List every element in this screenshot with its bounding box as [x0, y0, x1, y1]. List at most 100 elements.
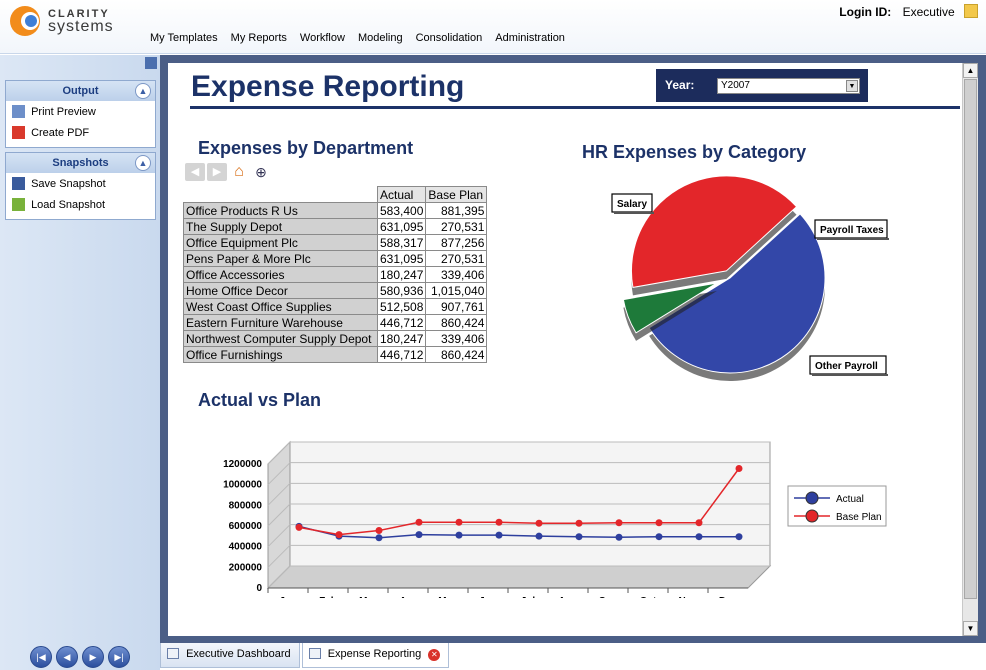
data-point[interactable] — [535, 532, 543, 540]
data-point[interactable] — [455, 531, 463, 539]
actual-cell: 588,317 — [376, 234, 427, 251]
base-plan-cell: 270,531 — [425, 218, 488, 235]
data-point[interactable] — [415, 531, 423, 539]
base-plan-cell: 877,256 — [425, 234, 488, 251]
scroll-down-button[interactable]: ▼ — [963, 621, 978, 636]
tab-label: Expense Reporting — [327, 648, 422, 660]
data-point[interactable] — [575, 533, 583, 541]
close-icon[interactable]: ✕ — [428, 649, 441, 661]
data-point[interactable] — [615, 519, 623, 527]
legend-marker — [805, 491, 819, 505]
x-tick-label: Oct — [640, 596, 657, 598]
first-page-button[interactable]: |◀ — [30, 646, 52, 668]
x-tick-label: May — [438, 596, 458, 598]
table-row: Office Products R Us 583,400 881,395 — [183, 202, 488, 219]
table-row: West Coast Office Supplies 512,508 907,761 — [183, 298, 488, 315]
data-point[interactable] — [495, 531, 503, 539]
vertical-scrollbar[interactable]: ▲ ▼ — [962, 63, 978, 636]
zoom-in-icon[interactable]: ⊕ — [251, 163, 271, 181]
menu-workflow[interactable]: Workflow — [300, 32, 345, 44]
base-plan-cell: 270,531 — [425, 250, 488, 267]
department-name-cell[interactable]: Office Accessories — [183, 266, 378, 283]
year-select[interactable]: Y2007 ▼ — [717, 78, 860, 94]
create-pdf-item[interactable]: Create PDF — [6, 122, 155, 143]
actual-cell: 180,247 — [376, 330, 427, 347]
data-point[interactable] — [655, 533, 663, 541]
data-point[interactable] — [495, 518, 503, 526]
scroll-up-button[interactable]: ▲ — [963, 63, 978, 78]
department-name-cell[interactable]: Office Products R Us — [183, 202, 378, 219]
pie-label-text: Salary — [617, 199, 647, 210]
menu-my-templates[interactable]: My Templates — [150, 32, 218, 44]
department-name-cell[interactable]: Office Furnishings — [183, 346, 378, 363]
data-point[interactable] — [375, 527, 383, 534]
save-snapshot-item[interactable]: Save Snapshot — [6, 173, 155, 194]
base-plan-cell: 860,424 — [425, 346, 488, 363]
chevron-down-icon[interactable]: ▼ — [846, 80, 858, 92]
department-name-cell[interactable]: Pens Paper & More Plc — [183, 250, 378, 267]
previous-page-button[interactable]: ◀ — [56, 646, 78, 668]
department-name-cell[interactable]: West Coast Office Supplies — [183, 298, 378, 315]
menu-modeling[interactable]: Modeling — [358, 32, 403, 44]
home-icon[interactable]: ⌂ — [229, 163, 249, 181]
base-plan-cell: 881,395 — [425, 202, 488, 219]
app-header: CLARITY systems Login ID: Executive My T… — [0, 0, 986, 54]
back-arrow-icon[interactable]: ◀ — [185, 163, 205, 181]
table-header-row: Actual Base Plan — [183, 186, 488, 203]
data-point[interactable] — [695, 533, 703, 541]
data-point[interactable] — [735, 465, 743, 472]
scroll-thumb[interactable] — [964, 79, 977, 599]
create-pdf-label: Create PDF — [31, 127, 90, 139]
tab-executive-dashboard[interactable]: Executive Dashboard — [160, 643, 300, 668]
print-preview-item[interactable]: Print Preview — [6, 101, 155, 122]
edit-icon[interactable] — [964, 4, 978, 18]
data-point[interactable] — [295, 523, 303, 531]
data-point[interactable] — [375, 534, 383, 542]
actual-cell: 583,400 — [376, 202, 427, 219]
x-tick-label: Feb — [319, 596, 337, 598]
data-point[interactable] — [575, 519, 583, 527]
data-point[interactable] — [335, 531, 343, 539]
output-panel-header[interactable]: Output ▲ — [6, 81, 155, 101]
chevron-up-icon[interactable]: ▲ — [135, 83, 151, 99]
x-tick-label: Aug — [558, 596, 577, 598]
department-name-cell[interactable]: The Supply Depot — [183, 218, 378, 235]
forward-arrow-icon[interactable]: ▶ — [207, 163, 227, 181]
data-point[interactable] — [415, 518, 423, 526]
legend-label: Actual — [836, 494, 864, 505]
department-name-cell[interactable]: Eastern Furniture Warehouse — [183, 314, 378, 331]
snapshots-panel-title: Snapshots — [52, 157, 109, 169]
data-point[interactable] — [735, 533, 743, 541]
data-point[interactable] — [535, 519, 543, 527]
page-title: Expense Reporting — [191, 70, 465, 103]
load-snapshot-item[interactable]: Load Snapshot — [6, 194, 155, 215]
year-value: Y2007 — [721, 80, 750, 91]
last-page-button[interactable]: ▶| — [108, 646, 130, 668]
next-page-button[interactable]: ▶ — [82, 646, 104, 668]
output-panel-title: Output — [62, 85, 99, 97]
tab-label: Executive Dashboard — [186, 648, 291, 660]
logo-icon — [10, 6, 40, 36]
pie-label: Other Payroll — [809, 355, 888, 376]
tab-expense-reporting[interactable]: Expense Reporting ✕ — [301, 643, 450, 668]
collapse-sidebar-icon[interactable] — [145, 57, 157, 69]
menu-my-reports[interactable]: My Reports — [231, 32, 287, 44]
y-tick-label: 200000 — [229, 562, 263, 573]
menu-administration[interactable]: Administration — [495, 32, 565, 44]
data-point[interactable] — [455, 518, 463, 526]
snapshots-panel-header[interactable]: Snapshots ▲ — [6, 153, 155, 173]
x-tick-label: Mar — [359, 596, 377, 598]
data-point[interactable] — [695, 519, 703, 527]
column-header-base-plan: Base Plan — [425, 186, 488, 203]
legend-label: Base Plan — [836, 512, 882, 523]
department-name-cell[interactable]: Home Office Decor — [183, 282, 378, 299]
data-point[interactable] — [655, 519, 663, 527]
column-header-actual: Actual — [376, 186, 427, 203]
menu-consolidation[interactable]: Consolidation — [416, 32, 483, 44]
department-name-cell[interactable]: Office Equipment Plc — [183, 234, 378, 251]
department-name-cell[interactable]: Northwest Computer Supply Depot — [183, 330, 378, 347]
data-point[interactable] — [615, 533, 623, 541]
hr-section-title: HR Expenses by Category — [582, 142, 807, 162]
legend-marker — [805, 509, 819, 523]
chevron-up-icon[interactable]: ▲ — [135, 155, 151, 171]
